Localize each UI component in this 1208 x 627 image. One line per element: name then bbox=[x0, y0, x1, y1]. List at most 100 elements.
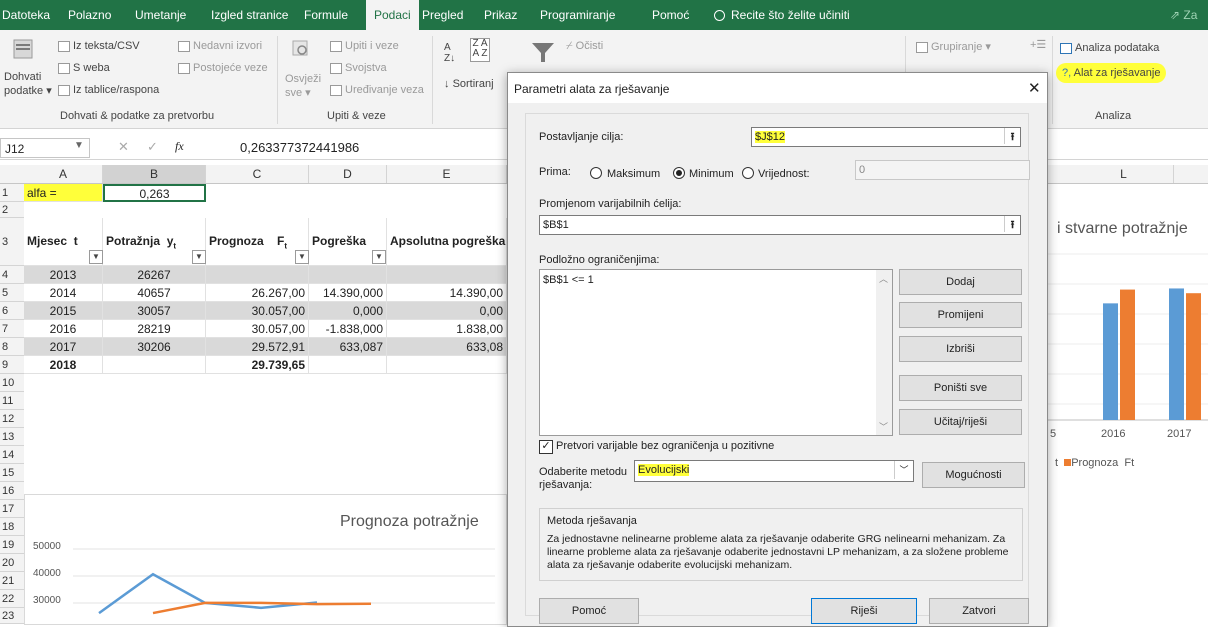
data-analysis-button[interactable]: Analiza podataka bbox=[1060, 42, 1159, 54]
tell-me-search[interactable]: Recite što želite učiniti bbox=[714, 0, 850, 30]
tab-formulas[interactable]: Formule bbox=[304, 0, 348, 30]
from-web-button[interactable]: S weba bbox=[58, 62, 110, 74]
table-cell[interactable]: 2018 bbox=[24, 356, 103, 374]
load-save-button[interactable]: Učitaj/riješi bbox=[899, 409, 1022, 435]
nonneg-checkbox[interactable]: ✓ bbox=[539, 440, 553, 454]
table-cell[interactable] bbox=[387, 356, 507, 374]
table-cell[interactable]: -1.838,000 bbox=[309, 320, 387, 338]
tab-help[interactable]: Pomoć bbox=[652, 0, 689, 30]
change-button[interactable]: Promijeni bbox=[899, 302, 1022, 328]
group-button[interactable]: Grupiranje ▾ bbox=[916, 40, 991, 53]
name-box-dropdown-icon[interactable]: ▼ bbox=[74, 140, 84, 151]
column-header-d[interactable]: D bbox=[309, 165, 387, 183]
row-header[interactable]: 23 bbox=[0, 608, 24, 624]
row-header[interactable]: 2 bbox=[0, 202, 24, 218]
solver-button[interactable]: ?, Alat za rješavanje bbox=[1056, 63, 1167, 83]
filter-dropdown-icon[interactable]: ▼ bbox=[295, 250, 309, 264]
column-header-c[interactable]: C bbox=[206, 165, 309, 183]
row-header[interactable]: 20 bbox=[0, 554, 24, 572]
radio-max[interactable] bbox=[590, 167, 602, 179]
table-cell[interactable] bbox=[103, 356, 206, 374]
tab-review[interactable]: Pregled bbox=[422, 0, 463, 30]
objective-input[interactable]: $J$12 bbox=[751, 127, 1021, 147]
table-cell[interactable]: 30206 bbox=[103, 338, 206, 356]
fx-icon[interactable]: fx bbox=[175, 139, 184, 154]
tab-home[interactable]: Polazno bbox=[68, 0, 111, 30]
get-data-button[interactable]: Dohvati podatke ▾ bbox=[4, 70, 52, 98]
table-cell[interactable]: 29.572,91 bbox=[206, 338, 309, 356]
column-header-a[interactable]: A bbox=[24, 165, 103, 183]
table-cell[interactable]: 40657 bbox=[103, 284, 206, 302]
collapse-range-icon[interactable]: ⭱ bbox=[1004, 216, 1020, 232]
tab-view[interactable]: Prikaz bbox=[484, 0, 517, 30]
table-cell[interactable]: 2013 bbox=[24, 266, 103, 284]
table-cell[interactable] bbox=[387, 266, 507, 284]
close-icon[interactable]: ✕ bbox=[1028, 79, 1041, 97]
tab-page-layout[interactable]: Izgled stranice bbox=[211, 0, 288, 30]
table-cell[interactable]: 633,08 bbox=[387, 338, 507, 356]
row-header[interactable]: 11 bbox=[0, 392, 24, 410]
queries-connections-button[interactable]: Upiti i veze bbox=[330, 40, 399, 52]
row-header[interactable]: 22 bbox=[0, 590, 24, 608]
row-header[interactable]: 14 bbox=[0, 446, 24, 464]
table-cell[interactable]: 633,087 bbox=[309, 338, 387, 356]
sort-dialog-icon[interactable]: Z AA Z bbox=[470, 38, 490, 62]
row-header[interactable]: 15 bbox=[0, 464, 24, 482]
row-header[interactable]: 5 bbox=[0, 284, 24, 302]
radio-value-of[interactable] bbox=[742, 167, 754, 179]
header-demand[interactable]: Potražnja yt bbox=[103, 218, 206, 266]
existing-connections-button[interactable]: Postojeće veze bbox=[178, 62, 268, 74]
table-cell[interactable]: 0,00 bbox=[387, 302, 507, 320]
row-header[interactable]: 17 bbox=[0, 500, 24, 518]
refresh-all-button[interactable]: Osvježi sve ▾ bbox=[285, 72, 321, 100]
table-cell[interactable] bbox=[206, 266, 309, 284]
table-cell[interactable]: 30.057,00 bbox=[206, 302, 309, 320]
table-cell[interactable]: 30057 bbox=[103, 302, 206, 320]
scroll-up-icon[interactable]: ︿ bbox=[879, 272, 888, 285]
table-cell[interactable]: 28219 bbox=[103, 320, 206, 338]
table-cell[interactable] bbox=[309, 266, 387, 284]
row-header[interactable]: 21 bbox=[0, 572, 24, 590]
cancel-icon[interactable]: ✕ bbox=[118, 139, 129, 155]
table-cell[interactable]: 30.057,00 bbox=[206, 320, 309, 338]
filter-dropdown-icon[interactable]: ▼ bbox=[192, 250, 206, 264]
enter-icon[interactable]: ✓ bbox=[147, 139, 158, 155]
bar-chart[interactable]: i stvarne potražnje 5 2016 2017 t Progno… bbox=[1046, 184, 1208, 494]
radio-min[interactable] bbox=[673, 167, 685, 179]
table-cell[interactable]: 0,000 bbox=[309, 302, 387, 320]
table-cell[interactable]: 14.390,00 bbox=[387, 284, 507, 302]
column-header-l[interactable]: L bbox=[1074, 165, 1174, 183]
tab-data[interactable]: Podaci bbox=[366, 0, 419, 30]
column-header-b[interactable]: B bbox=[103, 165, 206, 183]
row-header[interactable]: 1 bbox=[0, 184, 24, 202]
table-cell[interactable]: 2014 bbox=[24, 284, 103, 302]
tab-file[interactable]: Datoteka bbox=[2, 0, 50, 30]
header-abs-error[interactable]: Apsolutna pogreška bbox=[387, 218, 507, 266]
row-header[interactable]: 19 bbox=[0, 536, 24, 554]
share-button[interactable]: ⇗ Za bbox=[1170, 0, 1197, 30]
row-header[interactable]: 13 bbox=[0, 428, 24, 446]
row-header[interactable]: 18 bbox=[0, 518, 24, 536]
filter-icon[interactable] bbox=[530, 40, 556, 66]
table-cell[interactable]: 26267 bbox=[103, 266, 206, 284]
cell-a1[interactable]: alfa = bbox=[24, 184, 103, 202]
constraints-scrollbar[interactable]: ︿ ﹀ bbox=[876, 270, 892, 435]
constraints-list[interactable]: $B$1 <= 1 ︿ ﹀ bbox=[539, 269, 893, 436]
table-cell[interactable]: 29.739,65 bbox=[206, 356, 309, 374]
value-of-input[interactable]: 0 bbox=[855, 160, 1030, 180]
constraint-item[interactable]: $B$1 <= 1 bbox=[543, 274, 594, 286]
tab-insert[interactable]: Umetanje bbox=[135, 0, 186, 30]
cell-b1[interactable]: 0,263 bbox=[103, 184, 206, 202]
row-header[interactable]: 7 bbox=[0, 320, 24, 338]
solve-button[interactable]: Riješi bbox=[811, 598, 917, 624]
row-header[interactable]: 10 bbox=[0, 374, 24, 392]
header-forecast[interactable]: Prognoza Ft bbox=[206, 218, 309, 266]
tab-developer[interactable]: Programiranje bbox=[540, 0, 615, 30]
reset-all-button[interactable]: Poništi sve bbox=[899, 375, 1022, 401]
filter-dropdown-icon[interactable]: ▼ bbox=[89, 250, 103, 264]
properties-button[interactable]: Svojstva bbox=[330, 62, 387, 74]
chevron-down-icon[interactable]: ﹀ bbox=[894, 461, 913, 479]
table-cell[interactable] bbox=[309, 356, 387, 374]
line-chart[interactable]: Prognoza potražnje 50000 40000 30000 bbox=[24, 494, 507, 625]
column-header-e[interactable]: E bbox=[387, 165, 507, 183]
